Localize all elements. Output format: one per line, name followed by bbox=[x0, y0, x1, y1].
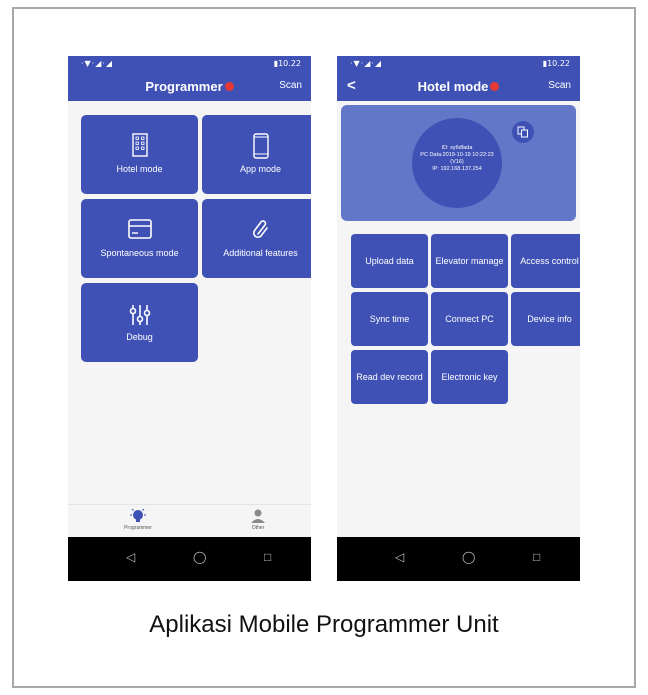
scan-button[interactable]: Scan bbox=[279, 80, 302, 91]
electronic-key-button[interactable]: Electronic key bbox=[431, 350, 508, 404]
nav-item-other[interactable]: Other bbox=[228, 508, 288, 531]
scan-button[interactable]: Scan bbox=[548, 80, 571, 91]
system-home-icon[interactable]: ◯ bbox=[193, 550, 206, 564]
status-icons: ·▼·◢·◢ bbox=[81, 59, 114, 68]
card-icon bbox=[127, 219, 152, 239]
tile-hotel-mode[interactable]: Hotel mode bbox=[81, 115, 198, 194]
phone-icon bbox=[252, 133, 269, 159]
status-time: ▮10.22 bbox=[273, 59, 301, 68]
sync-time-button[interactable]: Sync time bbox=[351, 292, 428, 346]
status-bar: ·▼·◢·◢ ▮10.22 bbox=[337, 56, 580, 72]
status-bar: ·▼·◢·◢ ▮10.22 bbox=[68, 56, 311, 72]
system-home-icon[interactable]: ◯ bbox=[462, 550, 475, 564]
bottom-navigation: Programmer Other bbox=[68, 504, 311, 537]
tile-label: App mode bbox=[239, 164, 282, 174]
bulb-icon bbox=[130, 508, 146, 522]
system-back-icon[interactable]: ◁ bbox=[395, 550, 404, 564]
access-control-button[interactable]: Access control bbox=[511, 234, 580, 288]
hotel-icon bbox=[131, 133, 148, 157]
nav-label: Other bbox=[251, 525, 265, 531]
copy-button[interactable] bbox=[512, 121, 534, 143]
device-id: ID: sy6dfada bbox=[441, 145, 473, 151]
connect-pc-button[interactable]: Connect PC bbox=[431, 292, 508, 346]
tile-label: Spontaneous mode bbox=[100, 248, 179, 258]
page-title: Hotel mode bbox=[337, 79, 580, 94]
tile-debug[interactable]: Debug bbox=[81, 283, 198, 362]
status-dot-icon bbox=[224, 82, 234, 91]
system-navigation-bar: ◁ ◯ □ bbox=[68, 537, 311, 581]
status-dot-icon bbox=[490, 82, 500, 91]
nav-item-programmer[interactable]: Programmer bbox=[108, 508, 168, 531]
tile-label: Additional features bbox=[223, 248, 298, 258]
upload-data-button[interactable]: Upload data bbox=[351, 234, 428, 288]
system-recent-icon[interactable]: □ bbox=[264, 550, 271, 564]
elevator-manage-button[interactable]: Elevator manage bbox=[431, 234, 508, 288]
device-version: (V16) bbox=[450, 159, 464, 165]
sliders-icon bbox=[129, 305, 150, 325]
tile-app-mode[interactable]: App mode bbox=[202, 115, 311, 194]
app-bar: < Hotel mode Scan bbox=[337, 72, 580, 101]
tile-additional-features[interactable]: Additional features bbox=[202, 199, 311, 278]
person-icon bbox=[251, 509, 265, 523]
page-title: Programmer bbox=[68, 79, 311, 94]
system-navigation-bar: ◁ ◯ □ bbox=[337, 537, 580, 581]
device-info-circle: ID: sy6dfada PC Data:2019-10-19 10:22:23… bbox=[412, 118, 502, 208]
phone-hotel-mode-screen: ·▼·◢·◢ ▮10.22 < Hotel mode Scan ID: sy6d… bbox=[337, 56, 580, 581]
status-icons: ·▼·◢·◢ bbox=[350, 59, 383, 68]
tile-label: Debug bbox=[126, 332, 153, 342]
figure-caption: Aplikasi Mobile Programmer Unit bbox=[149, 611, 499, 638]
system-recent-icon[interactable]: □ bbox=[533, 550, 540, 564]
device-pc-data: PC Data:2019-10-19 10:22:23 bbox=[420, 152, 494, 158]
paperclip-icon bbox=[252, 220, 268, 239]
nav-label: Programmer bbox=[124, 525, 152, 531]
copy-icon bbox=[517, 126, 528, 138]
device-ip: IP: 192.168.137.254 bbox=[432, 166, 482, 172]
phone-programmer-screen: ·▼·◢·◢ ▮10.22 Programmer Scan Hotel mode… bbox=[68, 56, 311, 581]
device-info-button[interactable]: Device info bbox=[511, 292, 580, 346]
read-dev-record-button[interactable]: Read dev record bbox=[351, 350, 428, 404]
status-time: ▮10.22 bbox=[542, 59, 570, 68]
app-bar: Programmer Scan bbox=[68, 72, 311, 101]
tile-label: Hotel mode bbox=[116, 164, 163, 174]
system-back-icon[interactable]: ◁ bbox=[126, 550, 135, 564]
tile-spontaneous-mode[interactable]: Spontaneous mode bbox=[81, 199, 198, 278]
device-info-card: ID: sy6dfada PC Data:2019-10-19 10:22:23… bbox=[341, 105, 576, 221]
